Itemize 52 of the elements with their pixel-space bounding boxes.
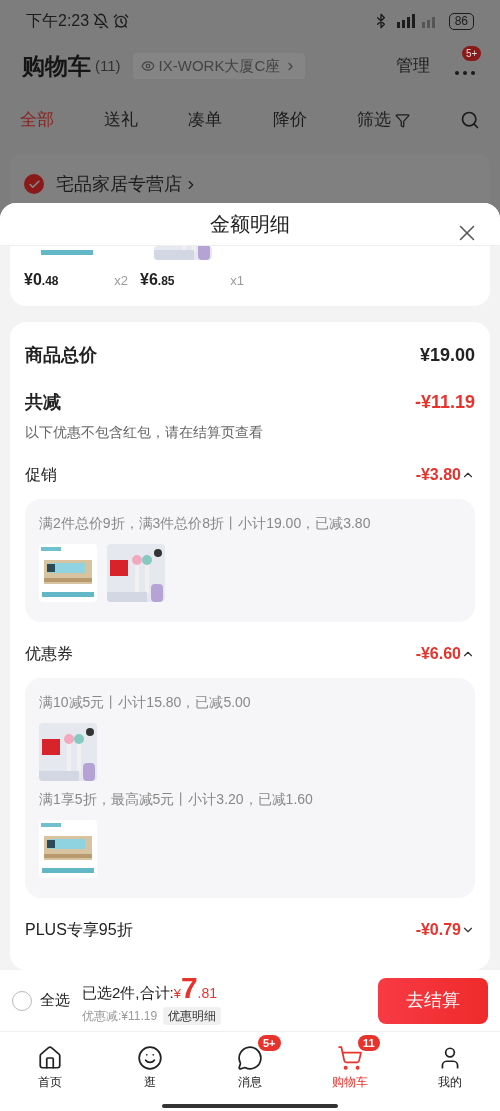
discount-detail-button[interactable]: 优惠明细	[163, 1006, 222, 1025]
alarm-icon	[113, 13, 130, 29]
checkout-button[interactable]: 去结算	[378, 977, 488, 1024]
item-quantity: x1	[230, 272, 244, 290]
page-title: 购物车	[22, 51, 91, 81]
discount-note: 以下优惠不包含红包，请在结算页查看	[25, 423, 264, 442]
cart-icon	[337, 1045, 363, 1071]
filter-tab[interactable]: 送礼	[104, 107, 139, 133]
filter-tab[interactable]: 降价	[272, 107, 307, 133]
item-count: (11)	[95, 55, 121, 76]
nav-tab[interactable]: 购物车 11	[300, 1035, 400, 1091]
item-price: ¥6.85	[140, 270, 175, 290]
nav-tab[interactable]: 消息 5+	[200, 1035, 300, 1091]
sheet-title: 金额明细	[210, 212, 290, 237]
item-quantity: x2	[114, 272, 128, 290]
eye-icon	[140, 59, 155, 73]
discount-section-header[interactable]: PLUS专享95折 -¥0.79	[25, 918, 475, 942]
battery-indicator: 86	[448, 12, 474, 30]
total-value: ¥19.00	[419, 344, 475, 367]
nav-tab[interactable]: 我的	[400, 1035, 500, 1091]
search-icon[interactable]	[459, 110, 480, 130]
reduction-label: 共减	[25, 391, 61, 414]
check-icon	[27, 177, 41, 191]
total-label: 商品总价	[25, 344, 97, 367]
filter-icon	[394, 112, 410, 128]
discount-section-header[interactable]: 优惠券 -¥6.60	[25, 642, 475, 666]
manage-button[interactable]: 管理	[396, 53, 430, 79]
notification-badge: 5+	[462, 46, 482, 61]
nav-tab[interactable]: 逛	[100, 1035, 200, 1091]
status-time: 下午2:23	[26, 11, 90, 31]
select-all-label[interactable]: 全选	[40, 989, 70, 1012]
nav-badge: 11	[358, 1035, 380, 1051]
discount-rule: 满2件总价9折，满3件总价8折丨小计19.00，已减3.80	[39, 514, 372, 533]
filter-tab[interactable]: 筛选	[356, 107, 410, 133]
chat-icon	[237, 1045, 263, 1071]
discount-rule: 满10减5元丨小计15.80，已减5.00	[39, 693, 252, 712]
store-checkbox[interactable]	[24, 174, 44, 194]
nav-badge: 5+	[258, 1035, 281, 1051]
reduction-value: -¥11.19	[414, 391, 475, 414]
filter-tab[interactable]: 凑单	[188, 107, 223, 133]
home-icon	[37, 1045, 63, 1071]
store-name[interactable]: 宅品家居专营店	[56, 174, 182, 194]
order-total: 已选2件,合计:¥7.81	[82, 976, 219, 1005]
discount-rule: 满1享5折，最高减5元丨小计3.20，已减1.60	[39, 790, 314, 809]
discount-total: 优惠减:¥11.19	[82, 1007, 158, 1025]
nav-tab[interactable]: 首页	[0, 1035, 100, 1091]
face-icon	[137, 1045, 163, 1071]
more-icon	[455, 71, 475, 75]
item-price: ¥0.48	[24, 270, 59, 290]
bell-off-icon	[93, 13, 110, 29]
more-button[interactable]: 5+	[450, 46, 480, 86]
discount-section-header[interactable]: 促销 -¥3.80	[25, 463, 475, 487]
